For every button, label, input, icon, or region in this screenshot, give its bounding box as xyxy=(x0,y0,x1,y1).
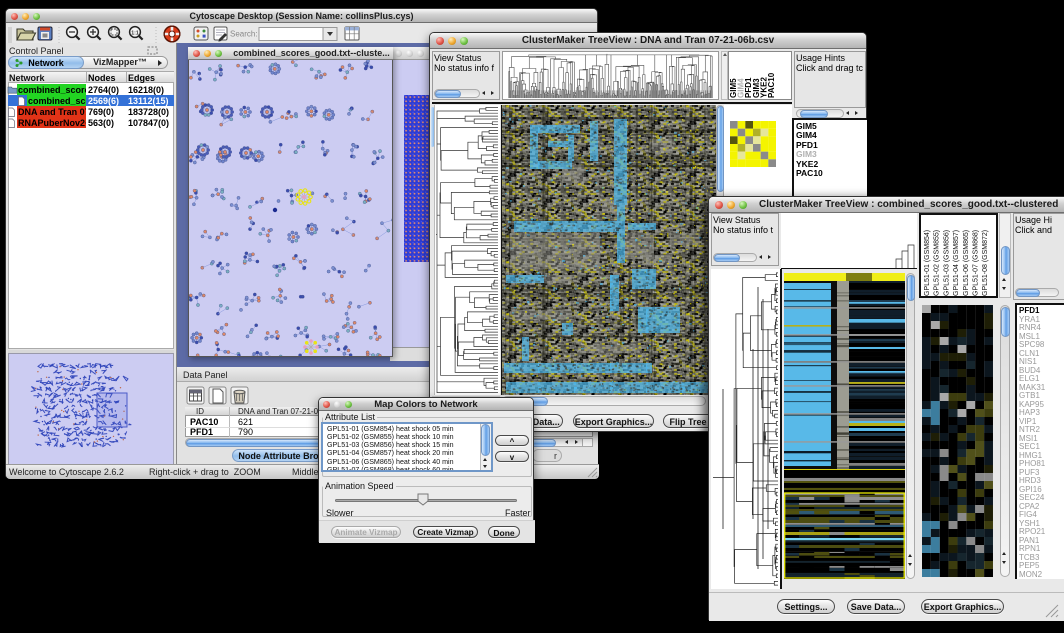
svg-text:Search:: Search: xyxy=(230,30,258,39)
svg-text:PAC10: PAC10 xyxy=(767,72,776,98)
svg-text:GPL51-03 (GSM856): GPL51-03 (GSM856) xyxy=(943,230,950,296)
svg-text:GPL51-02 (GSM855): GPL51-02 (GSM855) xyxy=(934,230,941,296)
svg-text:GPL51-08 (GSM872): GPL51-08 (GSM872) xyxy=(982,230,989,296)
svg-text:1:1: 1:1 xyxy=(131,30,139,36)
svg-text:GPL51-04 (GSM857): GPL51-04 (GSM857) xyxy=(953,230,960,296)
svg-text:GPL51-07 (GSM868): GPL51-07 (GSM868) xyxy=(973,230,980,296)
svg-text:GPL51-06 (GSM865): GPL51-06 (GSM865) xyxy=(963,230,970,296)
svg-text:GPL51-01 (GSM854): GPL51-01 (GSM854) xyxy=(924,230,931,296)
